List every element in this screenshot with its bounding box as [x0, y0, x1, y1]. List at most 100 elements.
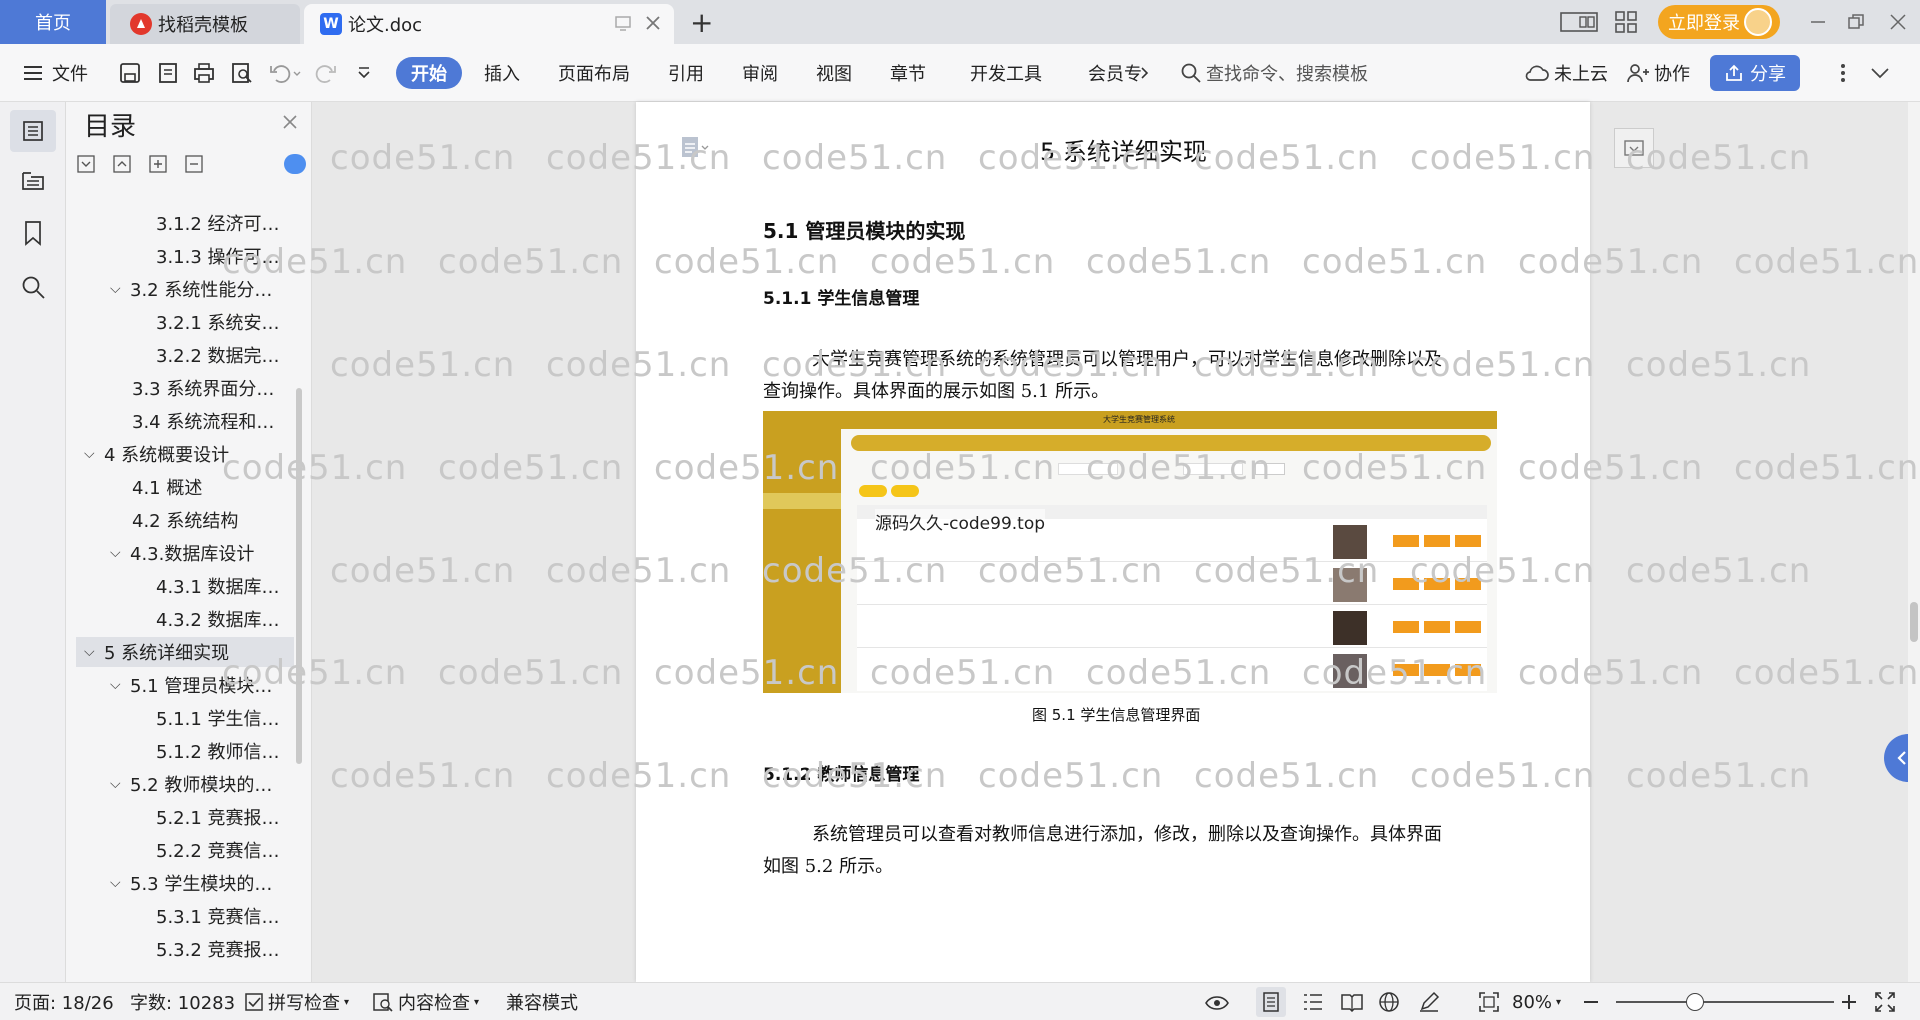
- fullscreen-icon[interactable]: [1874, 983, 1896, 1020]
- toc-item[interactable]: ⌵ 4.3.数据库设计: [110, 538, 254, 568]
- compat-mode[interactable]: 兼容模式: [506, 983, 578, 1020]
- menu-member[interactable]: 会员专: [1088, 44, 1142, 102]
- export-pdf-icon[interactable]: [156, 44, 180, 102]
- tab-docer-templates[interactable]: 找稻壳模板: [110, 4, 300, 44]
- menu-developer-tools[interactable]: 开发工具: [970, 44, 1042, 102]
- print-preview-icon[interactable]: [230, 44, 254, 102]
- zoom-slider-handle[interactable]: [1686, 993, 1704, 1011]
- eye-protection-icon[interactable]: [1204, 983, 1230, 1020]
- watermark-text: code51.cn: [654, 653, 840, 693]
- toc-expand-all-icon[interactable]: [76, 154, 96, 174]
- close-window-icon[interactable]: [1888, 12, 1908, 32]
- chevron-down-icon[interactable]: ⌵: [110, 545, 130, 561]
- toc-item-label: 5.2.2 竞赛信…: [156, 841, 280, 862]
- toc-scrollbar[interactable]: [296, 388, 302, 764]
- fit-page-icon[interactable]: [1478, 983, 1500, 1020]
- toc-remove-icon[interactable]: [184, 154, 204, 174]
- toc-item[interactable]: 3.4 系统流程和…: [132, 406, 274, 436]
- toc-smart-icon[interactable]: [284, 154, 306, 174]
- redo-icon[interactable]: [314, 44, 338, 102]
- spell-check[interactable]: 拼写检查 ▾: [244, 983, 349, 1020]
- page-indicator[interactable]: 页面: 18/26: [14, 983, 114, 1020]
- toc-item[interactable]: 5.1.2 教师信…: [156, 736, 280, 766]
- page-view-icon[interactable]: [1256, 987, 1286, 1017]
- toc-item[interactable]: 5.3.2 竞赛报…: [156, 934, 280, 964]
- restore-icon[interactable]: [1846, 12, 1866, 32]
- hamburger-icon: [24, 66, 42, 80]
- menu-insert[interactable]: 插入: [484, 44, 520, 102]
- layout-icon[interactable]: [1560, 11, 1598, 33]
- share-button[interactable]: 分享: [1710, 55, 1800, 91]
- toc-panel-icon[interactable]: [10, 110, 56, 152]
- close-tab-icon[interactable]: [644, 14, 662, 32]
- minimize-icon[interactable]: [1808, 12, 1828, 32]
- more-options-icon[interactable]: [1840, 44, 1846, 102]
- tab-home[interactable]: 首页: [0, 0, 106, 44]
- chevron-down-icon[interactable]: ⌵: [84, 644, 104, 660]
- toc-item[interactable]: 5.2.2 竞赛信…: [156, 835, 280, 865]
- vertical-scrollbar[interactable]: [1908, 102, 1920, 982]
- find-icon[interactable]: [20, 274, 46, 300]
- web-view-icon[interactable]: [1378, 983, 1400, 1020]
- undo-icon[interactable]: [268, 44, 302, 102]
- menu-page-layout[interactable]: 页面布局: [558, 44, 630, 102]
- scroll-thumb[interactable]: [1910, 602, 1918, 642]
- toc-item[interactable]: 3.1.2 经济可…: [156, 208, 280, 238]
- chevron-down-icon[interactable]: ⌵: [110, 281, 130, 297]
- more-quick-icon[interactable]: [356, 44, 372, 102]
- file-menu[interactable]: 文件: [22, 44, 88, 102]
- toc-item[interactable]: 3.3 系统界面分…: [132, 373, 274, 403]
- command-search[interactable]: 查找命令、搜索模板: [1180, 44, 1368, 102]
- toc-item[interactable]: 4.2 系统结构: [132, 505, 238, 535]
- chevron-down-icon[interactable]: ⌵: [84, 446, 104, 462]
- toc-item[interactable]: 4.3.2 数据库…: [156, 604, 280, 634]
- new-tab-button[interactable]: +: [690, 6, 713, 39]
- chevron-down-icon[interactable]: ⌵: [110, 875, 130, 891]
- toc-item[interactable]: 4.3.1 数据库…: [156, 571, 280, 601]
- toc-item[interactable]: ⌵ 5.2 教师模块的…: [110, 769, 272, 799]
- menu-review[interactable]: 审阅: [742, 44, 778, 102]
- zoom-level[interactable]: 80% ▾: [1512, 983, 1561, 1020]
- apps-grid-icon[interactable]: [1614, 10, 1638, 34]
- toc-item-label: 3.4 系统流程和…: [132, 412, 275, 433]
- toc-item-label: 5.3.2 竞赛报…: [156, 940, 280, 961]
- toc-item[interactable]: 4.1 概述: [132, 472, 202, 502]
- toc-item[interactable]: 5.1.1 学生信…: [156, 703, 280, 733]
- toc-item[interactable]: 3.2.2 数据完…: [156, 340, 280, 370]
- file-menu-label: 文件: [52, 64, 88, 85]
- watermark-text: code51.cn: [222, 448, 408, 488]
- zoom-slider-track[interactable]: [1616, 1001, 1834, 1003]
- navigation-icon[interactable]: [20, 168, 46, 194]
- cloud-status[interactable]: 未上云: [1524, 44, 1608, 102]
- collab-button[interactable]: 协作: [1626, 44, 1690, 102]
- chevron-down-icon[interactable]: ⌵: [110, 776, 130, 792]
- toc-collapse-all-icon[interactable]: [112, 154, 132, 174]
- print-icon[interactable]: [192, 44, 216, 102]
- toc-close-icon[interactable]: [282, 114, 298, 130]
- bookmark-icon[interactable]: [22, 220, 44, 246]
- reading-view-icon[interactable]: [1340, 983, 1364, 1020]
- write-mode-icon[interactable]: [1418, 983, 1440, 1020]
- tab-document[interactable]: W 论文.doc: [304, 4, 674, 44]
- menu-references[interactable]: 引用: [668, 44, 704, 102]
- toc-item[interactable]: ⌵ 4 系统概要设计: [84, 439, 229, 469]
- menu-start[interactable]: 开始: [396, 57, 462, 89]
- content-check[interactable]: 内容检查 ▾: [372, 983, 479, 1020]
- toc-item[interactable]: 5.2.1 竞赛报…: [156, 802, 280, 832]
- avatar[interactable]: [1744, 8, 1772, 36]
- float-window-icon[interactable]: [614, 14, 632, 32]
- toc-add-icon[interactable]: [148, 154, 168, 174]
- outline-view-icon[interactable]: [1302, 983, 1324, 1020]
- collapse-ribbon-icon[interactable]: [1870, 44, 1890, 102]
- toc-item[interactable]: ⌵ 5.3 学生模块的…: [110, 868, 272, 898]
- word-count[interactable]: 字数: 10283: [130, 983, 235, 1020]
- chevron-down-icon[interactable]: ⌵: [110, 677, 130, 693]
- menu-view[interactable]: 视图: [816, 44, 852, 102]
- save-icon[interactable]: [118, 44, 142, 102]
- zoom-in-icon[interactable]: [1840, 983, 1858, 1020]
- zoom-out-icon[interactable]: [1582, 983, 1600, 1020]
- menu-more-chevron-icon[interactable]: [1140, 44, 1150, 102]
- menu-chapter[interactable]: 章节: [890, 44, 926, 102]
- toc-item[interactable]: 5.3.1 竞赛信…: [156, 901, 280, 931]
- toc-item[interactable]: 3.2.1 系统安…: [156, 307, 280, 337]
